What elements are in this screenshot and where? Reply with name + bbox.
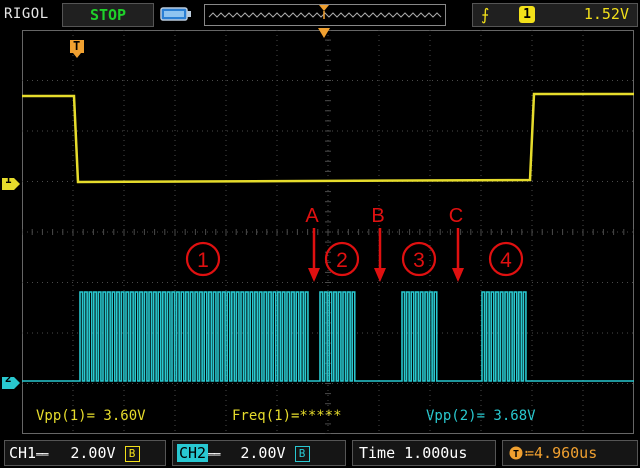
brand-logo: RIGOL <box>4 6 49 22</box>
trigger-status[interactable]: ⨍ 1 1.52V <box>472 3 638 27</box>
timebase-value: Time 1.000us <box>359 444 468 462</box>
ch2-bandwidth-badge: B <box>294 445 310 462</box>
ch1-label: CH1 <box>9 444 37 462</box>
burst-label-1: 1 <box>197 249 209 272</box>
trigger-offset-icon: T <box>509 446 523 460</box>
rising-edge-icon: ⨍ <box>481 5 490 24</box>
trigger-offset-setting[interactable]: T ≔4.960us <box>502 440 638 466</box>
trigger-offset-value: ≔4.960us <box>525 444 598 462</box>
vpp-ch2-readout: Vpp(2)= 3.68V <box>426 408 536 424</box>
waveform-preview-icon <box>208 5 442 19</box>
trigger-origin-marker: T <box>70 39 84 58</box>
ch2-coupling-icon: ══ <box>208 448 220 461</box>
top-status-bar: RIGOL STOP ⨍ 1 1.52V <box>0 0 640 28</box>
ch2-ground-marker[interactable]: 2 <box>2 372 20 389</box>
ch2-setting[interactable]: CH2 ══ 2.00V B <box>172 440 346 466</box>
ch1-bandwidth-badge: B <box>124 445 140 462</box>
memory-depth-strip <box>204 4 446 26</box>
ch1-coupling-icon: ══ <box>36 448 48 461</box>
ch2-scale: 2.00V <box>240 444 286 462</box>
ch2-label: CH2 <box>177 444 209 462</box>
waveform-display[interactable]: A B C 1 2 3 4 <box>22 30 634 434</box>
timebase-setting[interactable]: Time 1.000us <box>352 440 496 466</box>
ch1-scale: 2.00V <box>70 444 116 462</box>
burst-label-4: 4 <box>500 249 512 272</box>
run-stop-status[interactable]: STOP <box>62 3 154 27</box>
trigger-channel-badge: 1 <box>519 6 535 23</box>
trigger-level: 1.52V <box>583 5 629 23</box>
ch1-setting[interactable]: CH1══ 2.00V B <box>4 440 166 466</box>
vpp-ch1-readout: Vpp(1)= 3.60V <box>36 408 146 424</box>
freq-ch1-readout: Freq(1)=***** <box>232 408 342 424</box>
annotation-label-b: B <box>371 205 384 227</box>
svg-text:T: T <box>513 449 519 460</box>
bottom-status-bar: CH1══ 2.00V B CH2 ══ 2.00V B Time 1.000us… <box>0 436 640 468</box>
battery-icon <box>160 7 191 21</box>
annotation-label-a: A <box>305 205 319 227</box>
trigger-position-arrow-icon <box>318 28 330 38</box>
burst-label-3: 3 <box>413 249 425 272</box>
burst-label-2: 2 <box>336 249 348 272</box>
ch1-ground-marker[interactable]: 1 <box>2 173 20 190</box>
annotation-label-c: C <box>449 205 463 227</box>
